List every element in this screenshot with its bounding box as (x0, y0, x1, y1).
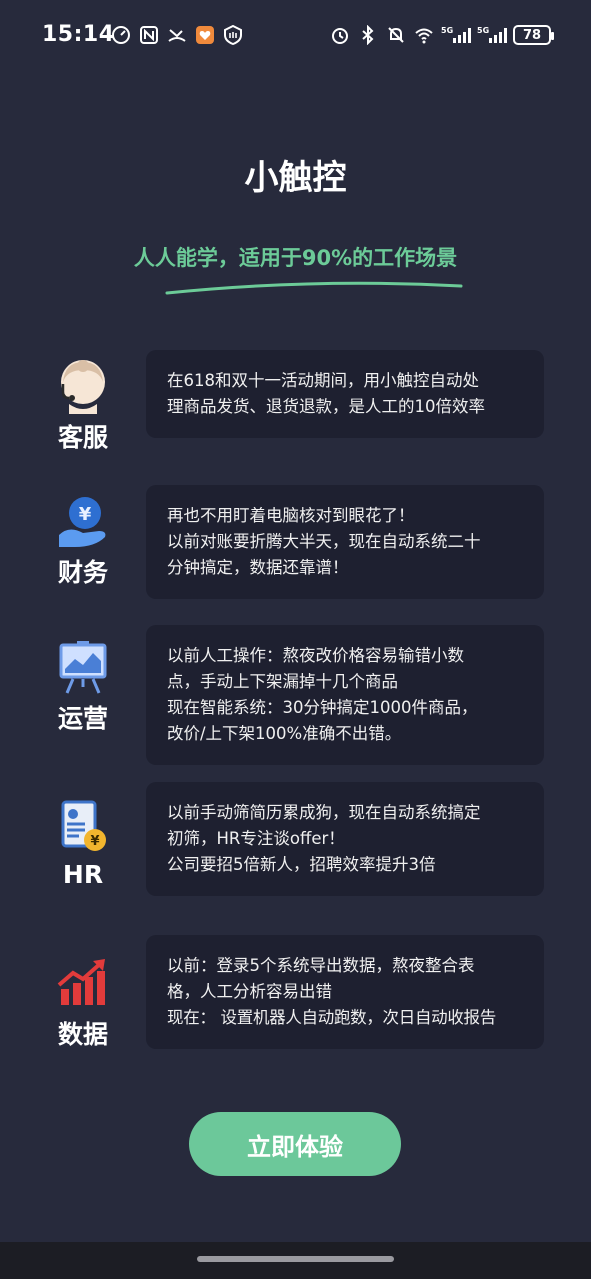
role-operations: 运营 (40, 639, 126, 735)
feature-card: 以前手动筛简历累成狗，现在自动系统搞定 初筛，HR专注谈offer！ 公司要招5… (146, 782, 544, 896)
feature-card: 以前：登录5个系统导出数据，熬夜整合表 格，人工分析容易出错 现在： 设置机器人… (146, 935, 544, 1049)
role-label: 财务 (57, 558, 108, 587)
mute-icon (385, 24, 407, 46)
feature-text-line: 以前对账要折腾大半天，现在自动系统二十 (167, 532, 481, 551)
hr-resume-icon: ¥ (61, 800, 106, 851)
shield-hand-icon (222, 24, 244, 46)
svg-text:¥: ¥ (90, 834, 99, 849)
svg-text:5G: 5G (441, 26, 453, 35)
feature-text-line: 现在智能系统：30分钟搞定1000件商品， (167, 698, 478, 717)
data-chart-icon (57, 959, 105, 1005)
status-left-icons (110, 24, 244, 46)
feature-text-line: 以前手动筛简历累成狗，现在自动系统搞定 (167, 803, 481, 822)
role-data: 数据 (40, 955, 126, 1051)
feature-text-line: 现在： 设置机器人自动跑数，次日自动收报告 (167, 1008, 496, 1027)
app-notification-icon (194, 24, 216, 46)
feature-text-line: 点，手动上下架漏掉十几个商品 (167, 672, 398, 691)
battery-indicator: 78 (513, 25, 554, 45)
signal-5g-1-icon: 5G (441, 24, 471, 46)
customer-service-icon (61, 360, 105, 414)
feature-text-line: 以前人工操作：熬夜改价格容易输错小数 (167, 646, 464, 665)
role-label: HR (62, 860, 104, 889)
alarm-icon (329, 24, 351, 46)
svg-text:¥: ¥ (79, 504, 92, 525)
status-right-icons: 5G 5G 78 (329, 24, 554, 46)
speed-icon (110, 24, 132, 46)
try-now-button[interactable]: 立即体验 (189, 1112, 401, 1176)
feature-card: 再也不用盯着电脑核对到眼花了！ 以前对账要折腾大半天，现在自动系统二十 分钟搞定… (146, 485, 544, 599)
feature-text-line: 在618和双十一活动期间，用小触控自动处 (167, 371, 479, 390)
role-label: 数据 (57, 1020, 108, 1049)
feature-card: 在618和双十一活动期间，用小触控自动处 理商品发货、退货退款，是人工的10倍效… (146, 350, 544, 438)
signal-5g-2-icon: 5G (477, 24, 507, 46)
feature-text-line: 改价/上下架100%准确不出错。 (167, 724, 402, 743)
status-time: 15:14 (42, 22, 115, 47)
missed-call-icon (166, 24, 188, 46)
finance-icon: ¥ (59, 497, 106, 547)
role-finance: ¥ 财务 (40, 493, 126, 589)
home-indicator[interactable] (197, 1256, 394, 1262)
feature-text-line: 再也不用盯着电脑核对到眼花了！ (167, 506, 415, 525)
status-bar: 15:14 5G 5G 78 (0, 0, 591, 76)
page-title: 小触控 (244, 158, 347, 198)
feature-text-line: 分钟搞定，数据还靠谱！ (167, 558, 349, 577)
battery-level: 78 (522, 27, 542, 43)
feature-text-line: 理商品发货、退货退款，是人工的10倍效率 (167, 397, 485, 416)
bluetooth-icon (357, 24, 379, 46)
feature-text-line: 格，人工分析容易出错 (167, 982, 332, 1001)
role-label: 运营 (57, 704, 108, 733)
svg-text:5G: 5G (477, 26, 489, 35)
role-customer-service: 客服 (40, 358, 126, 454)
subtitle-underline (165, 281, 463, 295)
feature-text-line: 公司要招5倍新人，招聘效率提升3倍 (167, 855, 436, 874)
role-label: 客服 (57, 423, 108, 452)
feature-text-line: 初筛，HR专注谈offer！ (167, 829, 345, 848)
feature-card: 以前人工操作：熬夜改价格容易输错小数 点，手动上下架漏掉十几个商品 现在智能系统… (146, 625, 544, 765)
role-hr: ¥ HR (40, 800, 126, 889)
nfc-icon (138, 24, 160, 46)
wifi-icon (413, 24, 435, 46)
page-subtitle: 人人能学，适用于90%的工作场景 (133, 246, 458, 270)
operations-icon (59, 641, 107, 694)
feature-text-line: 以前：登录5个系统导出数据，熬夜整合表 (167, 956, 475, 975)
